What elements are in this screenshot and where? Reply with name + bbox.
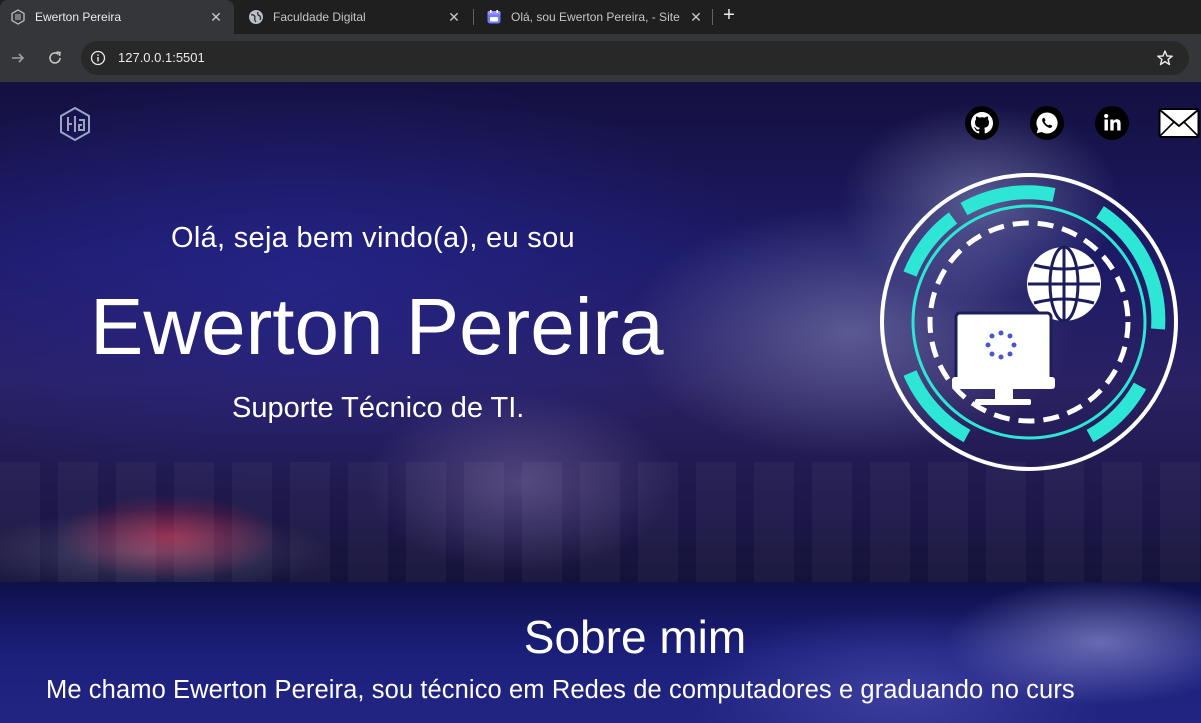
site-logo[interactable] bbox=[58, 106, 92, 142]
page-viewport: Olá, seja bem vindo(a), eu sou Ewerton P… bbox=[0, 82, 1201, 723]
close-tab-icon[interactable]: ✕ bbox=[688, 9, 704, 25]
tab-separator bbox=[473, 9, 474, 25]
github-icon[interactable] bbox=[963, 104, 1001, 142]
globe-icon bbox=[1027, 245, 1101, 323]
whatsapp-icon[interactable] bbox=[1028, 104, 1066, 142]
hero-role: Suporte Técnico de TI. bbox=[232, 392, 525, 424]
close-tab-icon[interactable]: ✕ bbox=[208, 9, 224, 25]
hero-greeting: Olá, seja bem vindo(a), eu sou bbox=[171, 222, 575, 254]
hero-background-image bbox=[0, 462, 1201, 582]
tab-ewerton-pereira[interactable]: Ewerton Pereira ✕ bbox=[0, 0, 234, 34]
tab-title: Faculdade Digital bbox=[273, 10, 366, 24]
tab-faculdade-digital[interactable]: Faculdade Digital ✕ bbox=[238, 0, 472, 34]
about-text: Me chamo Ewerton Pereira, sou técnico em… bbox=[46, 676, 1075, 704]
address-url[interactable]: 127.0.0.1:5501 bbox=[118, 50, 205, 65]
site-info-icon[interactable] bbox=[90, 50, 106, 66]
tab-separator bbox=[712, 9, 713, 25]
tech-support-emblem bbox=[878, 171, 1180, 473]
calendar-app-icon bbox=[486, 9, 502, 25]
bookmark-star-icon[interactable] bbox=[1156, 49, 1174, 67]
linkedin-icon[interactable] bbox=[1093, 104, 1131, 142]
address-bar[interactable]: 127.0.0.1:5501 bbox=[81, 41, 1189, 75]
mail-icon[interactable] bbox=[1157, 104, 1201, 142]
computer-monitor-icon bbox=[952, 311, 1055, 405]
tab-title: Olá, sou Ewerton Pereira, - Site bbox=[511, 10, 680, 24]
forward-icon[interactable] bbox=[8, 48, 28, 68]
about-section: Sobre mim Me chamo Ewerton Pereira, sou … bbox=[0, 582, 1201, 723]
hero-section: Olá, seja bem vindo(a), eu sou Ewerton P… bbox=[0, 82, 1201, 582]
hero-name: Ewerton Pereira bbox=[90, 282, 664, 371]
about-title: Sobre mim bbox=[523, 611, 747, 663]
tab-site[interactable]: Olá, sou Ewerton Pereira, - Site ✕ bbox=[476, 0, 714, 34]
new-tab-button[interactable]: + bbox=[719, 5, 739, 25]
reload-icon[interactable] bbox=[45, 48, 65, 68]
site-logo-icon bbox=[10, 9, 26, 25]
tab-strip: Ewerton Pereira ✕ Faculdade Digital ✕ Ol… bbox=[0, 0, 1201, 34]
close-tab-icon[interactable]: ✕ bbox=[446, 9, 462, 25]
globe-icon bbox=[248, 9, 264, 25]
tab-title: Ewerton Pereira bbox=[35, 10, 122, 24]
browser-toolbar: 127.0.0.1:5501 bbox=[0, 34, 1201, 82]
